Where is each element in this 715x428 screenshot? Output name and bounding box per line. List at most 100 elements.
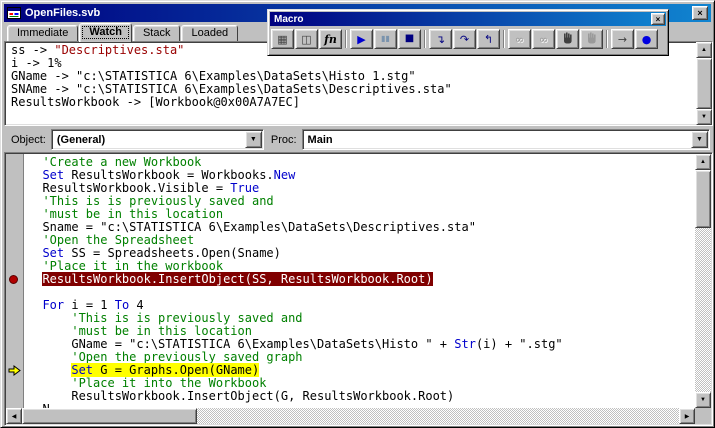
- breakpoint-margin[interactable]: [6, 273, 24, 286]
- macro-toolbar: ▦ ◫ fn ▶ ▮▮ ■ ↴ ↷ ↰ ∞ ∞ → ●: [268, 27, 668, 51]
- toolbar-separator: [606, 30, 608, 48]
- current-statement-highlight: Set G = Graphs.Open(GName): [71, 363, 259, 377]
- tab-loaded[interactable]: Loaded: [181, 25, 238, 41]
- object-dropdown[interactable]: (General) ▼: [51, 129, 264, 150]
- macro-title-bar[interactable]: Macro ×: [270, 12, 666, 26]
- add-watch-button[interactable]: ∞: [532, 29, 555, 49]
- run-button[interactable]: ▶: [350, 29, 373, 49]
- scroll-up-button[interactable]: ▲: [696, 42, 712, 58]
- step-over-icon: ↷: [460, 34, 469, 45]
- code-margin[interactable]: [6, 325, 24, 338]
- step-over-button[interactable]: ↷: [453, 29, 476, 49]
- code-margin[interactable]: [6, 390, 24, 403]
- instant-watch-button[interactable]: ∞: [508, 29, 531, 49]
- step-out-icon: ↰: [484, 34, 493, 45]
- record-macro-button[interactable]: ●: [635, 29, 658, 49]
- scrollbar-thumb[interactable]: [696, 58, 712, 109]
- record-macro-icon: ●: [642, 34, 652, 45]
- svb-file-icon: [7, 6, 21, 20]
- code-horizontal-scrollbar[interactable]: ◀ ▶: [6, 408, 695, 424]
- code-text: ResultsWorkbook.InsertObject(SS, Results…: [24, 273, 695, 286]
- clear-breakpoints-button[interactable]: [580, 29, 603, 49]
- step-into-icon: ↴: [436, 34, 445, 45]
- pause-button[interactable]: ▮▮: [374, 29, 397, 49]
- step-out-button[interactable]: ↰: [477, 29, 500, 49]
- toolbar-separator: [503, 30, 505, 48]
- arrow-right-icon: ▶: [685, 413, 690, 420]
- scrollbar-thumb[interactable]: [22, 408, 197, 424]
- chevron-down-icon: ▼: [696, 136, 703, 143]
- toolbar-separator: [345, 30, 347, 48]
- step-into-button[interactable]: ↴: [429, 29, 452, 49]
- pause-icon: ▮▮: [381, 35, 390, 43]
- code-margin[interactable]: [6, 247, 24, 260]
- tab-immediate[interactable]: Immediate: [7, 25, 78, 41]
- tab-strip: ImmediateWatchStackLoaded: [7, 22, 239, 41]
- proc-dropdown[interactable]: Main ▼: [302, 129, 710, 150]
- code-margin[interactable]: [6, 208, 24, 221]
- scroll-right-button[interactable]: ▶: [679, 408, 695, 424]
- add-watch-icon: ∞: [539, 34, 548, 45]
- current-statement-margin[interactable]: [6, 364, 24, 377]
- code-vertical-scrollbar[interactable]: ▲ ▼: [695, 154, 711, 408]
- tab-stack[interactable]: Stack: [133, 25, 181, 41]
- scroll-down-button[interactable]: ▼: [695, 392, 711, 408]
- close-button[interactable]: ×: [692, 6, 708, 20]
- scrollbar-track[interactable]: [22, 408, 679, 424]
- scrollbar-track[interactable]: [695, 170, 711, 392]
- scrollbar-thumb[interactable]: [695, 170, 711, 228]
- function-browser-button[interactable]: fn: [319, 29, 342, 49]
- code-margin[interactable]: [6, 299, 24, 312]
- svb-editor-window: OpenFiles.svb × ImmediateWatchStackLoade…: [0, 0, 715, 428]
- object-dropdown-button[interactable]: ▼: [245, 131, 262, 148]
- macro-sheet-button[interactable]: ▦: [271, 29, 294, 49]
- toolbar-separator: [424, 30, 426, 48]
- stop-button[interactable]: ■: [398, 29, 421, 49]
- macro-window-title: Macro: [274, 14, 651, 25]
- run-to-cursor-button[interactable]: →: [611, 29, 634, 49]
- selector-row: Object: (General) ▼ Proc: Main ▼: [4, 129, 711, 150]
- code-margin[interactable]: [6, 377, 24, 390]
- code-line[interactable]: ResultsWorkbook.InsertObject(G, ResultsW…: [6, 390, 695, 403]
- close-icon: ×: [697, 8, 702, 18]
- code-margin[interactable]: [6, 312, 24, 325]
- code-margin[interactable]: [6, 169, 24, 182]
- object-dropdown-value: (General): [52, 134, 244, 146]
- breakpoint-highlight: ResultsWorkbook.InsertObject(SS, Results…: [42, 272, 432, 286]
- macro-toolbar-window: Macro × ▦ ◫ fn ▶ ▮▮ ■ ↴ ↷ ↰ ∞ ∞ → ●: [267, 9, 669, 56]
- proc-dropdown-button[interactable]: ▼: [691, 131, 708, 148]
- code-margin[interactable]: [6, 338, 24, 351]
- code-margin[interactable]: [6, 260, 24, 273]
- macro-close-button[interactable]: ×: [651, 13, 665, 25]
- code-margin[interactable]: [6, 234, 24, 247]
- run-macro-dialog-button[interactable]: ◫: [295, 29, 318, 49]
- scrollbar-corner: [695, 408, 711, 424]
- chevron-down-icon: ▼: [250, 136, 257, 143]
- code-margin[interactable]: [6, 195, 24, 208]
- code-margin[interactable]: [6, 156, 24, 169]
- code-line[interactable]: ResultsWorkbook.InsertObject(SS, Results…: [6, 273, 695, 286]
- code-margin[interactable]: [6, 351, 24, 364]
- arrow-up-icon: ▲: [701, 47, 707, 53]
- stop-icon: ■: [405, 34, 414, 44]
- code-area[interactable]: 'Create a new Workbook Set ResultsWorkbo…: [6, 154, 695, 408]
- run-icon: ▶: [357, 34, 365, 45]
- scroll-left-button[interactable]: ◀: [6, 408, 22, 424]
- arrow-left-icon: ◀: [12, 413, 17, 420]
- arrow-down-icon: ▼: [701, 114, 707, 120]
- instant-watch-icon: ∞: [515, 34, 524, 45]
- code-margin[interactable]: [6, 182, 24, 195]
- watch-vertical-scrollbar[interactable]: ▲ ▼: [696, 42, 712, 125]
- breakpoint-icon: [9, 275, 18, 284]
- function-browser-icon: fn: [324, 34, 337, 45]
- tab-watch[interactable]: Watch: [79, 23, 132, 42]
- scroll-up-button[interactable]: ▲: [695, 154, 711, 170]
- scroll-down-button[interactable]: ▼: [696, 109, 712, 125]
- scrollbar-track[interactable]: [696, 58, 712, 109]
- code-margin[interactable]: [6, 221, 24, 234]
- code-editor[interactable]: 'Create a new Workbook Set ResultsWorkbo…: [4, 152, 713, 426]
- watch-line: ResultsWorkbook -> [Workbook@0x00A7A7EC]: [11, 96, 695, 109]
- macro-sheet-icon: ▦: [277, 34, 287, 45]
- toggle-breakpoint-button[interactable]: [556, 29, 579, 49]
- code-margin[interactable]: [6, 286, 24, 299]
